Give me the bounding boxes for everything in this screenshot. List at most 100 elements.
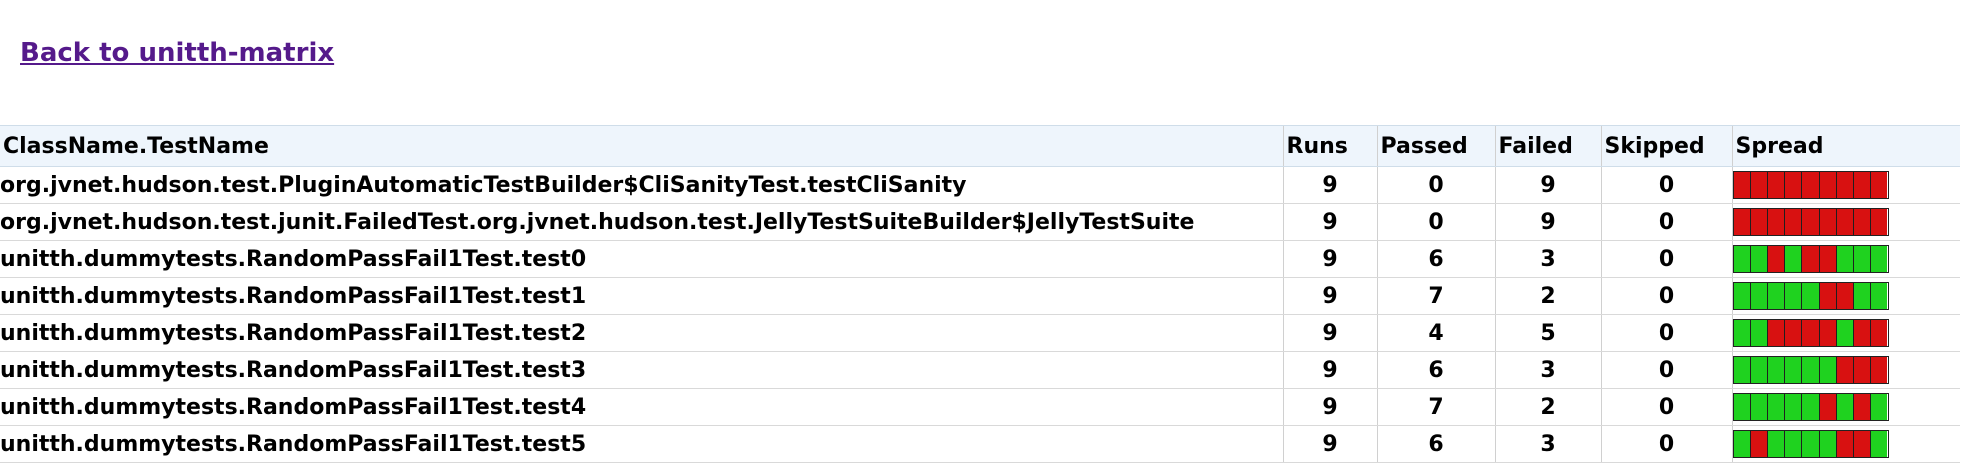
spread-run-failed (1854, 320, 1872, 346)
table-row: unitth.dummytests.RandomPassFail1Test.te… (0, 314, 1960, 352)
column-header-spread[interactable]: Spread (1731, 125, 1960, 167)
spread-run-failed (1785, 209, 1803, 235)
table-row: unitth.dummytests.RandomPassFail1Test.te… (0, 240, 1960, 278)
test-name-cell: unitth.dummytests.RandomPassFail1Test.te… (0, 351, 1283, 389)
column-header-skipped[interactable]: Skipped (1600, 125, 1732, 167)
spread-cell (1731, 351, 1960, 389)
spread-run-passed (1750, 394, 1768, 420)
spread-run-passed (1836, 246, 1855, 272)
spread-run-passed (1854, 246, 1872, 272)
spread-run-passed (1750, 246, 1768, 272)
spread-run-failed (1854, 431, 1872, 457)
test-name-cell: org.jvnet.hudson.test.junit.FailedTest.o… (0, 203, 1283, 241)
spread-run-failed (1854, 394, 1872, 420)
spread-run-failed (1819, 172, 1837, 198)
passed-cell: 0 (1376, 166, 1495, 204)
table-row: org.jvnet.hudson.test.junit.FailedTest.o… (0, 203, 1960, 241)
runs-cell: 9 (1282, 388, 1377, 426)
spread-run-failed (1802, 172, 1820, 198)
spread-run-passed (1733, 246, 1751, 272)
spread-run-passed (1750, 283, 1768, 309)
spread-run-failed (1785, 320, 1803, 346)
spread-cell (1731, 425, 1960, 463)
failed-cell: 2 (1494, 388, 1601, 426)
spread-run-passed (1733, 320, 1751, 346)
column-header-runs[interactable]: Runs (1282, 125, 1377, 167)
spread-run-failed (1819, 209, 1837, 235)
passed-cell: 6 (1376, 351, 1495, 389)
runs-cell: 9 (1282, 203, 1377, 241)
skipped-cell: 0 (1600, 166, 1732, 204)
spread-cell (1731, 388, 1960, 426)
spread-run-failed (1836, 172, 1855, 198)
test-name-cell: unitth.dummytests.RandomPassFail1Test.te… (0, 240, 1283, 278)
spread-run-failed (1836, 357, 1855, 383)
spread-run-failed (1836, 283, 1855, 309)
spread-run-passed (1750, 357, 1768, 383)
spread-run-passed (1819, 357, 1837, 383)
spread-run-failed (1871, 320, 1888, 346)
runs-cell: 9 (1282, 240, 1377, 278)
spread-run-failed (1854, 172, 1872, 198)
test-name-cell: org.jvnet.hudson.test.PluginAutomaticTes… (0, 166, 1283, 204)
column-header-passed[interactable]: Passed (1376, 125, 1495, 167)
spread-run-failed (1819, 320, 1837, 346)
spread-run-failed (1871, 357, 1888, 383)
spread-run-failed (1871, 172, 1888, 198)
spread-run-passed (1750, 320, 1768, 346)
spread-run-passed (1802, 357, 1820, 383)
runs-cell: 9 (1282, 425, 1377, 463)
spread-run-failed (1733, 209, 1751, 235)
spread-cell (1731, 240, 1960, 278)
spread-run-failed (1802, 246, 1820, 272)
spread-bar (1732, 208, 1889, 236)
column-header-failed[interactable]: Failed (1494, 125, 1601, 167)
table-row: unitth.dummytests.RandomPassFail1Test.te… (0, 425, 1960, 463)
spread-run-passed (1733, 357, 1751, 383)
passed-cell: 7 (1376, 388, 1495, 426)
spread-run-failed (1802, 209, 1820, 235)
skipped-cell: 0 (1600, 388, 1732, 426)
spread-run-failed (1836, 431, 1855, 457)
spread-run-passed (1767, 283, 1786, 309)
spread-run-passed (1785, 431, 1803, 457)
spread-run-passed (1836, 394, 1855, 420)
passed-cell: 4 (1376, 314, 1495, 352)
spread-run-failed (1802, 320, 1820, 346)
spread-run-passed (1871, 283, 1888, 309)
spread-run-failed (1819, 394, 1837, 420)
spread-run-failed (1819, 246, 1837, 272)
spread-run-failed (1750, 431, 1768, 457)
spread-run-failed (1871, 209, 1888, 235)
spread-run-passed (1836, 320, 1855, 346)
spread-run-passed (1802, 283, 1820, 309)
failed-cell: 5 (1494, 314, 1601, 352)
passed-cell: 7 (1376, 277, 1495, 315)
spread-run-passed (1767, 394, 1786, 420)
test-name-cell: unitth.dummytests.RandomPassFail1Test.te… (0, 277, 1283, 315)
failed-cell: 2 (1494, 277, 1601, 315)
back-to-matrix-link[interactable]: Back to unitth-matrix (20, 33, 334, 73)
test-name-cell: unitth.dummytests.RandomPassFail1Test.te… (0, 388, 1283, 426)
spread-run-passed (1767, 357, 1786, 383)
runs-cell: 9 (1282, 351, 1377, 389)
spread-run-failed (1750, 172, 1768, 198)
spread-run-passed (1802, 394, 1820, 420)
skipped-cell: 0 (1600, 314, 1732, 352)
passed-cell: 6 (1376, 240, 1495, 278)
spread-bar (1732, 171, 1889, 199)
spread-bar (1732, 245, 1889, 273)
spread-run-failed (1750, 209, 1768, 235)
spread-cell (1731, 277, 1960, 315)
failed-cell: 3 (1494, 240, 1601, 278)
spread-bar (1732, 319, 1889, 347)
spread-run-failed (1733, 172, 1751, 198)
spread-bar (1732, 356, 1889, 384)
spread-run-passed (1733, 431, 1751, 457)
table-row: unitth.dummytests.RandomPassFail1Test.te… (0, 277, 1960, 315)
spread-run-passed (1785, 283, 1803, 309)
spread-run-passed (1767, 431, 1786, 457)
column-header-classname-testname[interactable]: ClassName.TestName (0, 125, 1283, 167)
spread-run-failed (1854, 357, 1872, 383)
spread-run-passed (1854, 283, 1872, 309)
